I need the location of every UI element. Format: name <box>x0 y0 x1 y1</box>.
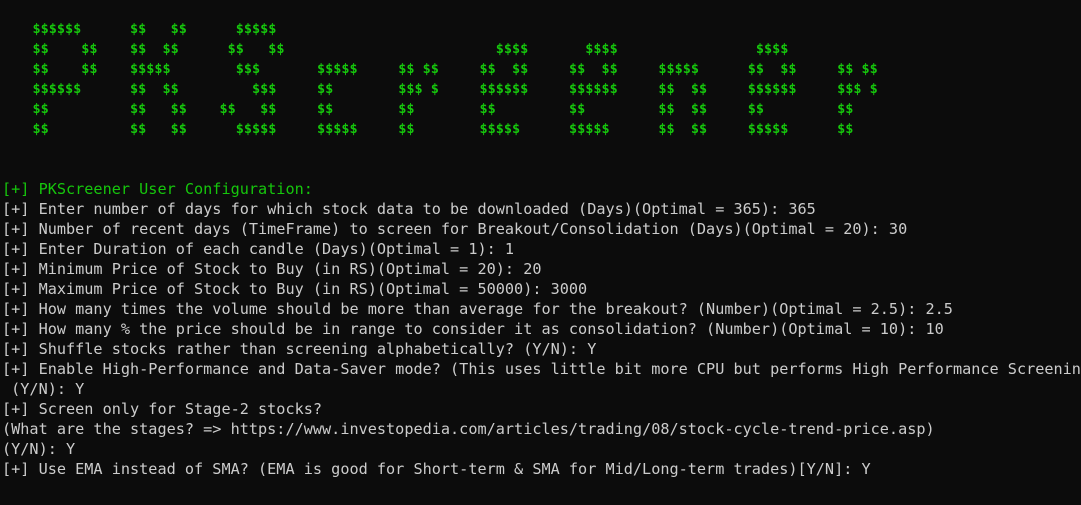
config-header: [+] PKScreener User Configuration: <box>2 180 313 198</box>
prompt-line: [+] Number of recent days (TimeFrame) to… <box>2 220 908 238</box>
prompt-line: [+] Enter Duration of each candle (Days)… <box>2 240 515 258</box>
prompt-line: [+] Use EMA instead of SMA? (EMA is good… <box>2 460 871 478</box>
prompt-line: [+] Enable High-Performance and Data-Sav… <box>2 360 1081 378</box>
banner-line: $$ $$ $$ $$ $$ $$ $$ $$ $$ $$ $$ $$ $$ <box>0 101 854 117</box>
prompt-line: [+] How many % the price should be in ra… <box>2 320 944 338</box>
banner-line: $$ $$ $$ $$ $$ $$ $$$$ $$$$ $$$$ <box>0 41 789 57</box>
banner-line: $$$$$$ $$ $$ $$$$$ <box>0 21 277 37</box>
prompt-line: [+] Enter number of days for which stock… <box>2 200 816 218</box>
prompt-line: [+] Maximum Price of Stock to Buy (in RS… <box>2 280 588 298</box>
banner-line: $$ $$ $$ $$$$$ $$$$$ $$ $$$$$ $$$$$ $$ $… <box>0 121 854 137</box>
prompt-line: (Y/N): Y <box>2 440 76 458</box>
prompt-line: [+] How many times the volume should be … <box>2 300 953 318</box>
banner-line: $$$$$$ $$ $$ $$$ $$ $$$ $ $$$$$$ $$$$$$ … <box>0 81 878 97</box>
prompt-line: [+] Shuffle stocks rather than screening… <box>2 340 597 358</box>
banner-line: $$ $$ $$$$$ $$$ $$$$$ $$ $$ $$ $$ $$ $$ … <box>0 61 878 77</box>
prompt-line: [+] Screen only for Stage-2 stocks? <box>2 400 323 418</box>
prompt-line: (What are the stages? => https://www.inv… <box>2 420 935 438</box>
prompt-line: [+] Minimum Price of Stock to Buy (in RS… <box>2 260 542 278</box>
prompt-line: (Y/N): Y <box>2 380 85 398</box>
terminal-window[interactable]: $$$$$$ $$ $$ $$$$$ $$ $$ $$ $$ $$ $$ $$$… <box>0 0 1081 505</box>
